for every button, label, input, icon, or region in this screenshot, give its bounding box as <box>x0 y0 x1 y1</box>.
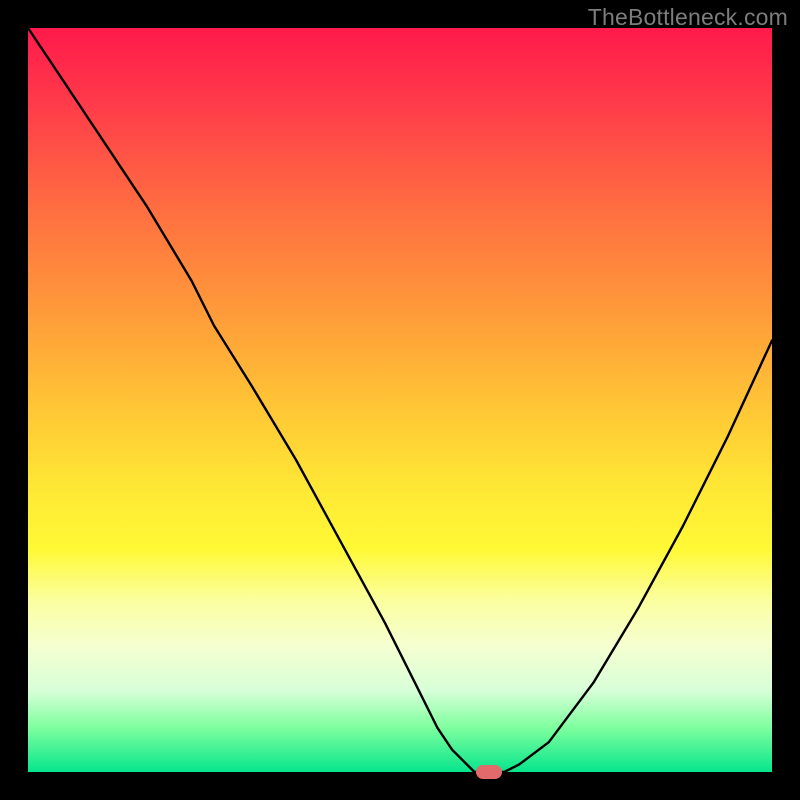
curve-path <box>28 28 772 772</box>
watermark-text: TheBottleneck.com <box>588 4 788 31</box>
bottleneck-curve <box>28 28 772 772</box>
optimal-marker <box>476 765 502 779</box>
plot-area <box>28 28 772 772</box>
chart-frame: TheBottleneck.com <box>0 0 800 800</box>
